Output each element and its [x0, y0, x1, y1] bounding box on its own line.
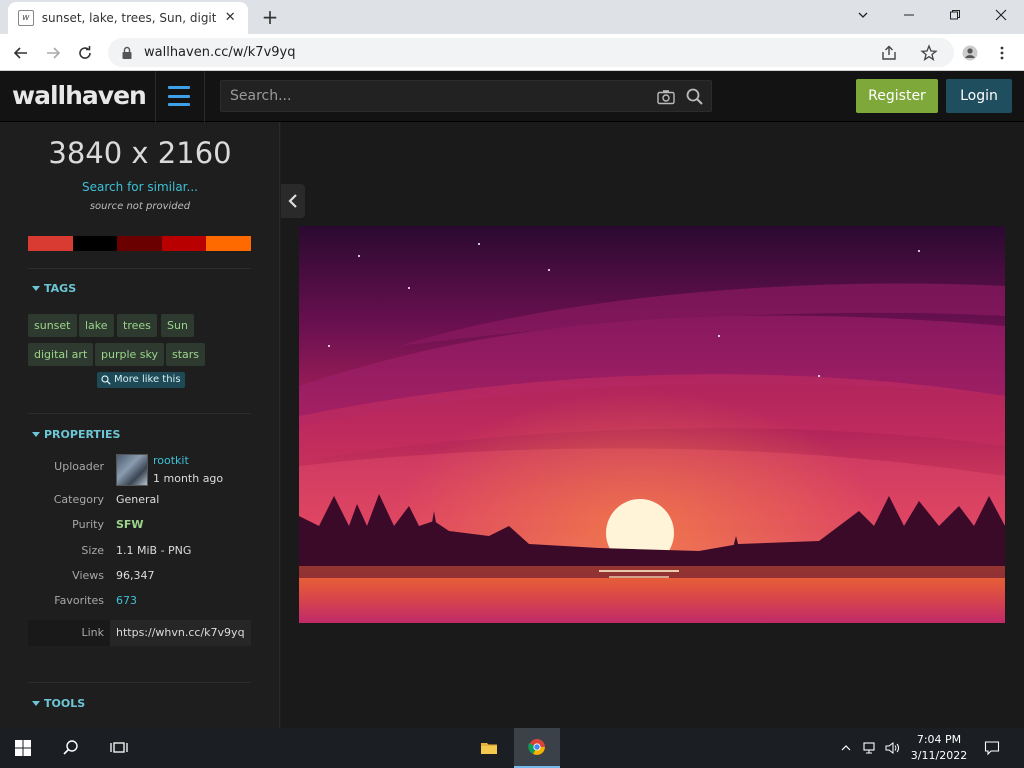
tag-sun[interactable]: Sun: [161, 314, 194, 337]
wallpaper-viewer: [281, 122, 1024, 728]
tag-stars[interactable]: stars: [166, 343, 206, 366]
forward-arrow-icon[interactable]: [40, 40, 66, 66]
clock-date: 3/11/2022: [910, 749, 968, 762]
tag-sunset[interactable]: sunset: [28, 314, 77, 337]
tag-trees[interactable]: trees: [117, 314, 157, 337]
short-link-field[interactable]: https://whvn.cc/k7v9yq: [110, 620, 251, 646]
more-like-this-button[interactable]: More like this: [97, 372, 185, 388]
views-value: 96,347: [116, 569, 155, 582]
new-tab-plus-icon[interactable]: +: [258, 6, 282, 30]
taskbar-search-icon[interactable]: [48, 728, 94, 768]
restore-icon[interactable]: [932, 0, 978, 30]
tab-title: sunset, lake, trees, Sun, digital art: [41, 11, 217, 25]
show-hidden-icons-chevron-icon[interactable]: [840, 740, 852, 756]
minimize-icon[interactable]: [886, 0, 932, 30]
search-box: [220, 80, 712, 112]
volume-icon[interactable]: [884, 740, 900, 756]
size-value: 1.1 MiB - PNG: [116, 544, 192, 557]
lock-icon: [122, 46, 132, 59]
section-divider: [28, 413, 251, 414]
source-text: source not provided: [89, 201, 191, 212]
uploader-label: Uploader: [54, 460, 104, 473]
wallhaven-logo[interactable]: wallhaven: [12, 81, 147, 110]
resolution-heading: 3840 x 2160: [48, 136, 232, 170]
short-link-row: Link https://whvn.cc/k7v9yq: [28, 620, 251, 646]
palette-swatch[interactable]: [28, 236, 73, 251]
camera-icon[interactable]: [657, 89, 675, 105]
color-palette: [28, 236, 251, 251]
collapse-sidebar-button[interactable]: [281, 184, 305, 218]
back-arrow-icon[interactable]: [8, 40, 34, 66]
tab-close-icon[interactable]: ✕: [222, 10, 238, 26]
caret-down-icon: [32, 432, 40, 437]
search-icon[interactable]: [685, 87, 705, 107]
header-divider: [204, 71, 205, 122]
bookmark-star-icon[interactable]: [920, 44, 938, 62]
tools-heading: TOOLS: [44, 697, 86, 710]
network-icon[interactable]: [862, 740, 878, 756]
uploaded-time: 1 month ago: [153, 472, 224, 485]
clock-time: 7:04 PM: [916, 733, 962, 746]
tags-heading: TAGS: [44, 282, 77, 295]
palette-swatch[interactable]: [161, 236, 207, 251]
share-icon[interactable]: [880, 44, 898, 62]
category-label: Category: [53, 493, 104, 506]
palette-swatch[interactable]: [72, 236, 118, 251]
caret-down-icon: [32, 286, 40, 291]
palette-swatch[interactable]: [117, 236, 162, 251]
login-button[interactable]: Login: [946, 79, 1012, 113]
link-label: Link: [81, 626, 104, 639]
browser-toolbar: wallhaven.cc/w/k7v9yq: [0, 34, 1024, 71]
properties-section-header[interactable]: PROPERTIES: [32, 428, 120, 441]
uploader-name-link[interactable]: rootkit: [153, 454, 189, 467]
reload-icon[interactable]: [72, 40, 98, 66]
chrome-taskbar-icon[interactable]: [514, 728, 560, 768]
task-view-icon[interactable]: [96, 728, 142, 768]
section-divider: [28, 682, 251, 683]
favorites-label: Favorites: [54, 594, 104, 607]
notifications-icon[interactable]: [984, 740, 1000, 756]
file-explorer-icon[interactable]: [466, 728, 512, 768]
palette-swatch[interactable]: [206, 236, 251, 251]
size-label: Size: [81, 544, 104, 557]
wallhaven-favicon-icon: w: [18, 10, 34, 26]
tag-purple-sky[interactable]: purple sky: [95, 343, 164, 366]
search-input[interactable]: [221, 88, 641, 104]
tag-lake[interactable]: lake: [79, 314, 114, 337]
search-icon: [101, 375, 111, 385]
tools-section-header[interactable]: TOOLS: [32, 697, 85, 710]
tag-digital-art[interactable]: digital art: [28, 343, 94, 366]
favorites-link[interactable]: 673: [116, 594, 137, 607]
tags-section-header[interactable]: TAGS: [32, 282, 76, 295]
more-like-this-label: More like this: [114, 374, 181, 385]
purity-value: SFW: [116, 518, 144, 531]
properties-heading: PROPERTIES: [44, 428, 121, 441]
category-value: General: [116, 493, 160, 506]
windows-start-icon[interactable]: [0, 728, 46, 768]
profile-avatar-icon[interactable]: [957, 40, 983, 66]
address-bar[interactable]: wallhaven.cc/w/k7v9yq: [108, 38, 954, 67]
browser-menu-icon[interactable]: [989, 40, 1015, 66]
header-divider: [155, 71, 156, 122]
hamburger-menu-icon[interactable]: [168, 86, 190, 106]
register-button[interactable]: Register: [856, 79, 938, 113]
system-clock[interactable]: 7:04 PM 3/11/2022: [902, 732, 976, 764]
uploader-avatar[interactable]: [116, 454, 148, 486]
views-label: Views: [72, 569, 104, 582]
browser-tab[interactable]: w sunset, lake, trees, Sun, digital art …: [8, 2, 248, 34]
windows-taskbar: 7:04 PM 3/11/2022: [0, 728, 1024, 768]
wallpaper-image[interactable]: [299, 226, 1005, 623]
caret-down-icon: [32, 701, 40, 706]
section-divider: [28, 268, 251, 269]
chevron-left-icon: [288, 194, 297, 208]
purity-label: Purity: [72, 518, 104, 531]
tab-search-chevron-icon[interactable]: [840, 0, 886, 30]
url-text: wallhaven.cc/w/k7v9yq: [144, 45, 296, 60]
search-similar-link[interactable]: Search for similar...: [0, 180, 279, 194]
browser-tabstrip: w sunset, lake, trees, Sun, digital art …: [0, 0, 1024, 34]
wallpaper-info-sidebar: 3840 x 2160 Search for similar... source…: [0, 122, 280, 728]
close-window-icon[interactable]: [978, 0, 1024, 30]
